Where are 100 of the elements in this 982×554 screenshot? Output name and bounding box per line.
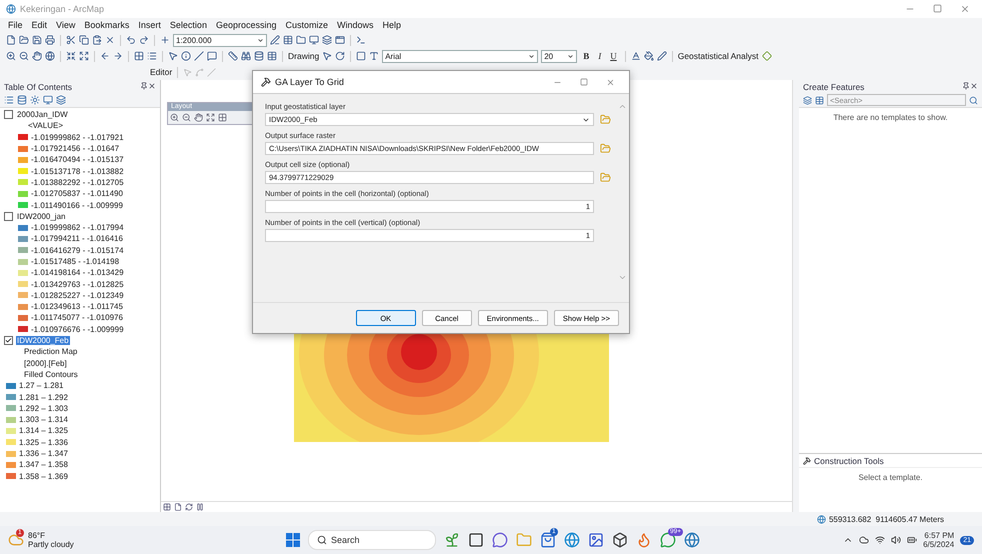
wifi-icon[interactable]	[875, 535, 886, 545]
printer-icon[interactable]	[45, 35, 55, 45]
delete-icon[interactable]	[105, 35, 115, 45]
globe-icon[interactable]	[45, 51, 55, 61]
text-icon[interactable]	[369, 51, 380, 61]
font-field[interactable]: Arial	[382, 50, 538, 62]
fill-color-icon[interactable]	[644, 51, 654, 61]
layer-name[interactable]: IDW2000_Feb	[16, 336, 70, 346]
maximize-icon[interactable]	[933, 4, 942, 13]
style-button[interactable]: B	[580, 51, 592, 61]
start-icon[interactable]	[286, 533, 300, 547]
hand-icon[interactable]	[32, 51, 42, 61]
line-color-icon[interactable]	[656, 51, 667, 61]
menu-item[interactable]: Insert	[138, 20, 161, 30]
source-icon[interactable]	[30, 95, 40, 105]
editor-menu[interactable]: Editor	[150, 67, 172, 77]
ruler-icon[interactable]	[228, 51, 238, 61]
zoom-in-icon[interactable]	[6, 51, 16, 61]
pin-icon[interactable]	[962, 82, 970, 90]
drawing-menu[interactable]: Drawing	[288, 51, 320, 61]
menu-item[interactable]: Selection	[170, 20, 207, 30]
shrink-icon[interactable]	[66, 51, 76, 61]
battery-icon[interactable]	[907, 535, 918, 545]
data-view-icon[interactable]	[163, 503, 171, 511]
info-icon[interactable]	[181, 51, 191, 61]
monitor-icon[interactable]	[43, 95, 53, 105]
image-icon[interactable]	[588, 532, 604, 548]
pointer-icon[interactable]	[322, 51, 332, 61]
square-icon[interactable]	[468, 532, 484, 548]
folder-icon[interactable]	[296, 35, 306, 45]
grid-icon[interactable]	[218, 113, 227, 122]
caret-icon[interactable]	[567, 52, 574, 60]
speaker-icon[interactable]	[891, 535, 902, 545]
undo-icon[interactable]	[126, 35, 136, 45]
layer-checkbox[interactable]	[4, 212, 13, 221]
menu-item[interactable]: File	[8, 20, 23, 30]
menu-item[interactable]: Bookmarks	[84, 20, 130, 30]
search-field[interactable]: Search	[308, 530, 436, 550]
clock-time[interactable]: 6:57 PM	[924, 531, 954, 540]
hammer-icon[interactable]	[803, 456, 811, 464]
menu-item[interactable]: Help	[382, 20, 402, 30]
clock-date[interactable]: 6/5/2024	[923, 540, 954, 549]
table-icon[interactable]	[283, 35, 293, 45]
layers-icon[interactable]	[803, 96, 812, 104]
redo-icon[interactable]	[139, 35, 149, 45]
zoom-out-icon[interactable]	[19, 51, 29, 61]
menu-item[interactable]: Edit	[32, 20, 48, 30]
close-icon[interactable]	[970, 82, 978, 90]
font-size-field[interactable]: 20	[541, 50, 578, 62]
menu-item[interactable]: Geoprocessing	[216, 20, 276, 30]
layer-checkbox[interactable]	[4, 110, 13, 120]
rotate-icon[interactable]	[335, 51, 346, 61]
list-icon[interactable]	[4, 95, 14, 105]
style-button[interactable]: U	[607, 51, 620, 61]
add-icon[interactable]	[160, 35, 170, 45]
zoom-out-icon[interactable]	[182, 113, 191, 122]
forward-arrow-icon[interactable]	[113, 51, 123, 61]
globe-icon[interactable]	[564, 532, 580, 548]
clipboard-icon[interactable]	[92, 35, 102, 45]
terminal-icon[interactable]	[356, 35, 366, 45]
save-icon[interactable]	[32, 35, 42, 45]
geostatistical-analyst-menu[interactable]: Geostatistical Analyst	[678, 51, 758, 61]
box-icon[interactable]	[612, 532, 628, 548]
scale-field[interactable]: 1:200.000	[173, 34, 267, 46]
database-icon[interactable]	[254, 51, 264, 61]
weather-icon[interactable]	[8, 532, 24, 548]
new-document-icon[interactable]	[6, 35, 16, 45]
list-icon[interactable]	[147, 51, 157, 61]
menu-item[interactable]: Windows	[337, 20, 374, 30]
diamond-icon[interactable]	[762, 51, 772, 61]
sprout-icon[interactable]	[444, 532, 460, 548]
table-icon[interactable]	[267, 51, 277, 61]
style-button[interactable]: I	[595, 51, 604, 61]
layer-name[interactable]: IDW2000_jan	[16, 212, 66, 221]
menu-item[interactable]: View	[56, 20, 76, 30]
layers-icon[interactable]	[56, 95, 66, 105]
expand-icon[interactable]	[206, 113, 215, 122]
refresh-icon[interactable]	[185, 503, 193, 511]
table-icon[interactable]	[815, 96, 824, 104]
back-arrow-icon[interactable]	[100, 51, 110, 61]
caret-icon[interactable]	[257, 36, 264, 44]
menu-item[interactable]: Customize	[286, 20, 328, 30]
chat-icon[interactable]	[660, 532, 676, 548]
zoom-in-icon[interactable]	[170, 113, 179, 122]
pen-line-icon[interactable]	[270, 35, 280, 45]
binoculars-icon[interactable]	[241, 51, 251, 61]
folder-icon[interactable]	[19, 35, 29, 45]
globe-icon[interactable]	[684, 532, 700, 548]
flame-icon[interactable]	[636, 532, 652, 548]
message-icon[interactable]	[207, 51, 217, 61]
font-color-icon[interactable]	[630, 51, 641, 61]
layer-checkbox[interactable]	[4, 336, 13, 346]
layers-icon[interactable]	[322, 35, 332, 45]
database-icon[interactable]	[17, 95, 27, 105]
search-icon[interactable]	[317, 535, 327, 545]
bag-icon[interactable]	[540, 532, 556, 548]
caret-icon[interactable]	[528, 52, 536, 60]
copy-icon[interactable]	[79, 35, 89, 45]
monitor-icon[interactable]	[309, 35, 319, 45]
expand-icon[interactable]	[79, 51, 89, 61]
